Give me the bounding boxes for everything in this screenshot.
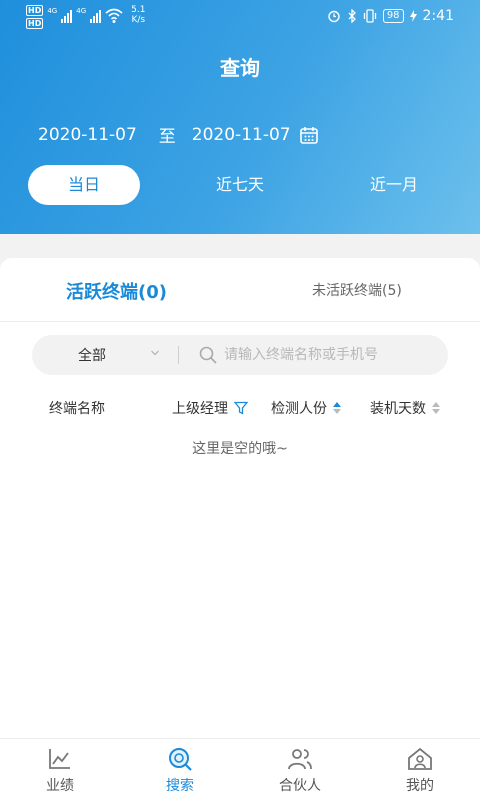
wifi-icon xyxy=(105,8,123,23)
tab-inactive-terminals[interactable]: 未活跃终端(5) xyxy=(312,280,402,300)
hd-indicators: HD HD xyxy=(26,5,44,29)
search-icon xyxy=(169,748,192,771)
bluetooth-icon xyxy=(348,9,356,23)
signal-icon xyxy=(61,9,73,23)
filter-icon[interactable] xyxy=(234,401,248,415)
sort-icon[interactable] xyxy=(333,402,341,414)
search-icon xyxy=(199,346,217,364)
bottom-tab-bar: 业绩 搜索 合伙人 我的 xyxy=(0,738,480,800)
home-profile-icon xyxy=(408,747,432,770)
hd-badge-2: HD xyxy=(26,18,44,29)
network-type-1: 4G xyxy=(47,7,58,15)
clock: 2:41 xyxy=(422,8,454,24)
tabbar-item-mine[interactable]: 我的 xyxy=(360,743,480,795)
filter-bar: 全部 xyxy=(32,335,448,375)
end-date[interactable]: 2020-11-07 xyxy=(192,125,291,145)
alarm-icon xyxy=(328,10,340,23)
calendar-icon[interactable] xyxy=(299,125,319,145)
column-install-days[interactable]: 装机天数 xyxy=(370,398,440,418)
net-speed: 5.1 K/s xyxy=(131,5,146,25)
sort-icon-2[interactable] xyxy=(432,402,440,414)
network-type-2: 4G xyxy=(76,7,87,15)
range-seven-days-button[interactable]: 近七天 xyxy=(184,165,296,205)
charging-icon xyxy=(409,10,417,22)
signal-icon-2 xyxy=(90,9,102,23)
date-range-row: 2020-11-07 至 2020-11-07 xyxy=(38,122,319,147)
range-one-month-button[interactable]: 近一月 xyxy=(338,165,450,205)
status-left: HD HD 4G 4G 5.1 K/s xyxy=(26,5,145,29)
date-separator: 至 xyxy=(158,127,176,147)
column-manager[interactable]: 上级经理 xyxy=(172,398,248,418)
tabbar-item-performance[interactable]: 业绩 xyxy=(0,743,120,795)
status-bar: HD HD 4G 4G 5.1 K/s 98 2:41 xyxy=(0,0,480,36)
header: HD HD 4G 4G 5.1 K/s 98 2:41 查询 2020-11-0… xyxy=(0,0,480,234)
page-title: 查询 xyxy=(220,56,260,80)
range-selector: 当日 近七天 近一月 xyxy=(28,165,458,205)
start-date[interactable]: 2020-11-07 xyxy=(38,125,137,145)
search-input[interactable] xyxy=(224,343,434,367)
tabbar-item-partners[interactable]: 合伙人 xyxy=(240,743,360,795)
table-header: 终端名称 上级经理 检测人份 装机天数 xyxy=(0,398,480,420)
status-select[interactable]: 全部 xyxy=(78,345,106,365)
tabbar-item-search[interactable]: 搜索 xyxy=(120,743,240,795)
column-terminal-name: 终端名称 xyxy=(49,401,105,417)
hd-badge-1: HD xyxy=(26,5,44,16)
status-right: 98 2:41 xyxy=(327,8,454,24)
range-today-button[interactable]: 当日 xyxy=(28,165,140,205)
tab-active-terminals[interactable]: 活跃终端(0) xyxy=(66,278,167,304)
terminal-tabs: 活跃终端(0) 未活跃终端(5) xyxy=(0,258,480,322)
battery-indicator: 98 xyxy=(382,9,404,23)
partners-icon xyxy=(288,749,312,770)
vibrate-icon xyxy=(363,9,376,23)
chart-icon xyxy=(49,749,70,769)
chevron-down-icon[interactable] xyxy=(150,348,160,358)
terminal-card: 活跃终端(0) 未活跃终端(5) 全部 终端名称 上级经理 检测人份 装机天数 … xyxy=(0,258,480,738)
column-test-count[interactable]: 检测人份 xyxy=(271,398,341,418)
empty-state-text: 这里是空的哦~ xyxy=(192,441,288,457)
divider xyxy=(178,346,179,364)
